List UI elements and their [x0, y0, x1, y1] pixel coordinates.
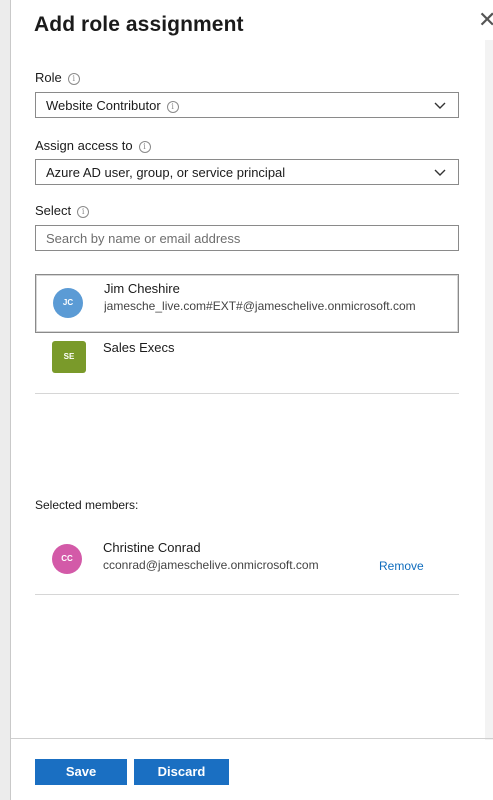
role-label: Role	[35, 70, 62, 85]
selected-members-label: Selected members:	[35, 498, 139, 512]
result-item-sales-execs[interactable]: SE Sales Execs	[35, 334, 459, 378]
assign-access-select[interactable]: Azure AD user, group, or service princip…	[35, 159, 459, 185]
divider	[35, 594, 459, 595]
role-select-value: Website Contributor	[46, 98, 161, 113]
avatar: SE	[52, 341, 86, 373]
chevron-down-icon	[434, 169, 446, 176]
select-label-row: Select i	[35, 203, 90, 218]
close-icon[interactable]: ✕	[478, 9, 493, 31]
blade-left-edge	[0, 0, 11, 800]
result-name: Jim Cheshire	[104, 281, 180, 296]
chevron-down-icon	[434, 102, 446, 109]
role-select[interactable]: Website Contributor i	[35, 92, 459, 118]
result-name: Sales Execs	[103, 340, 175, 355]
footer-divider	[11, 738, 493, 739]
result-item-jim-cheshire[interactable]: JC Jim Cheshire jamesche_live.com#EXT#@j…	[35, 274, 459, 333]
save-button[interactable]: Save	[35, 759, 127, 785]
result-detail: jamesche_live.com#EXT#@jameschelive.onmi…	[104, 299, 416, 313]
select-label: Select	[35, 203, 72, 218]
info-icon[interactable]: i	[166, 101, 179, 113]
info-icon[interactable]: i	[77, 206, 90, 218]
page-title: Add role assignment	[34, 13, 244, 36]
role-label-row: Role i	[35, 70, 80, 85]
remove-link[interactable]: Remove	[379, 559, 424, 573]
member-detail: cconrad@jameschelive.onmicrosoft.com	[103, 558, 319, 572]
avatar: JC	[53, 288, 83, 318]
info-icon[interactable]: i	[67, 73, 80, 85]
discard-button[interactable]: Discard	[134, 759, 229, 785]
info-icon[interactable]: i	[138, 141, 151, 153]
assign-access-select-value: Azure AD user, group, or service princip…	[46, 165, 286, 180]
assign-access-label: Assign access to	[35, 138, 133, 153]
avatar: CC	[52, 544, 82, 574]
search-input[interactable]	[35, 225, 459, 251]
selected-member-christine-conrad: CC Christine Conrad cconrad@jameschelive…	[35, 532, 459, 584]
scrollbar-track[interactable]	[485, 40, 493, 740]
assign-access-label-row: Assign access to i	[35, 138, 151, 153]
member-name: Christine Conrad	[103, 540, 201, 555]
divider	[35, 393, 459, 394]
